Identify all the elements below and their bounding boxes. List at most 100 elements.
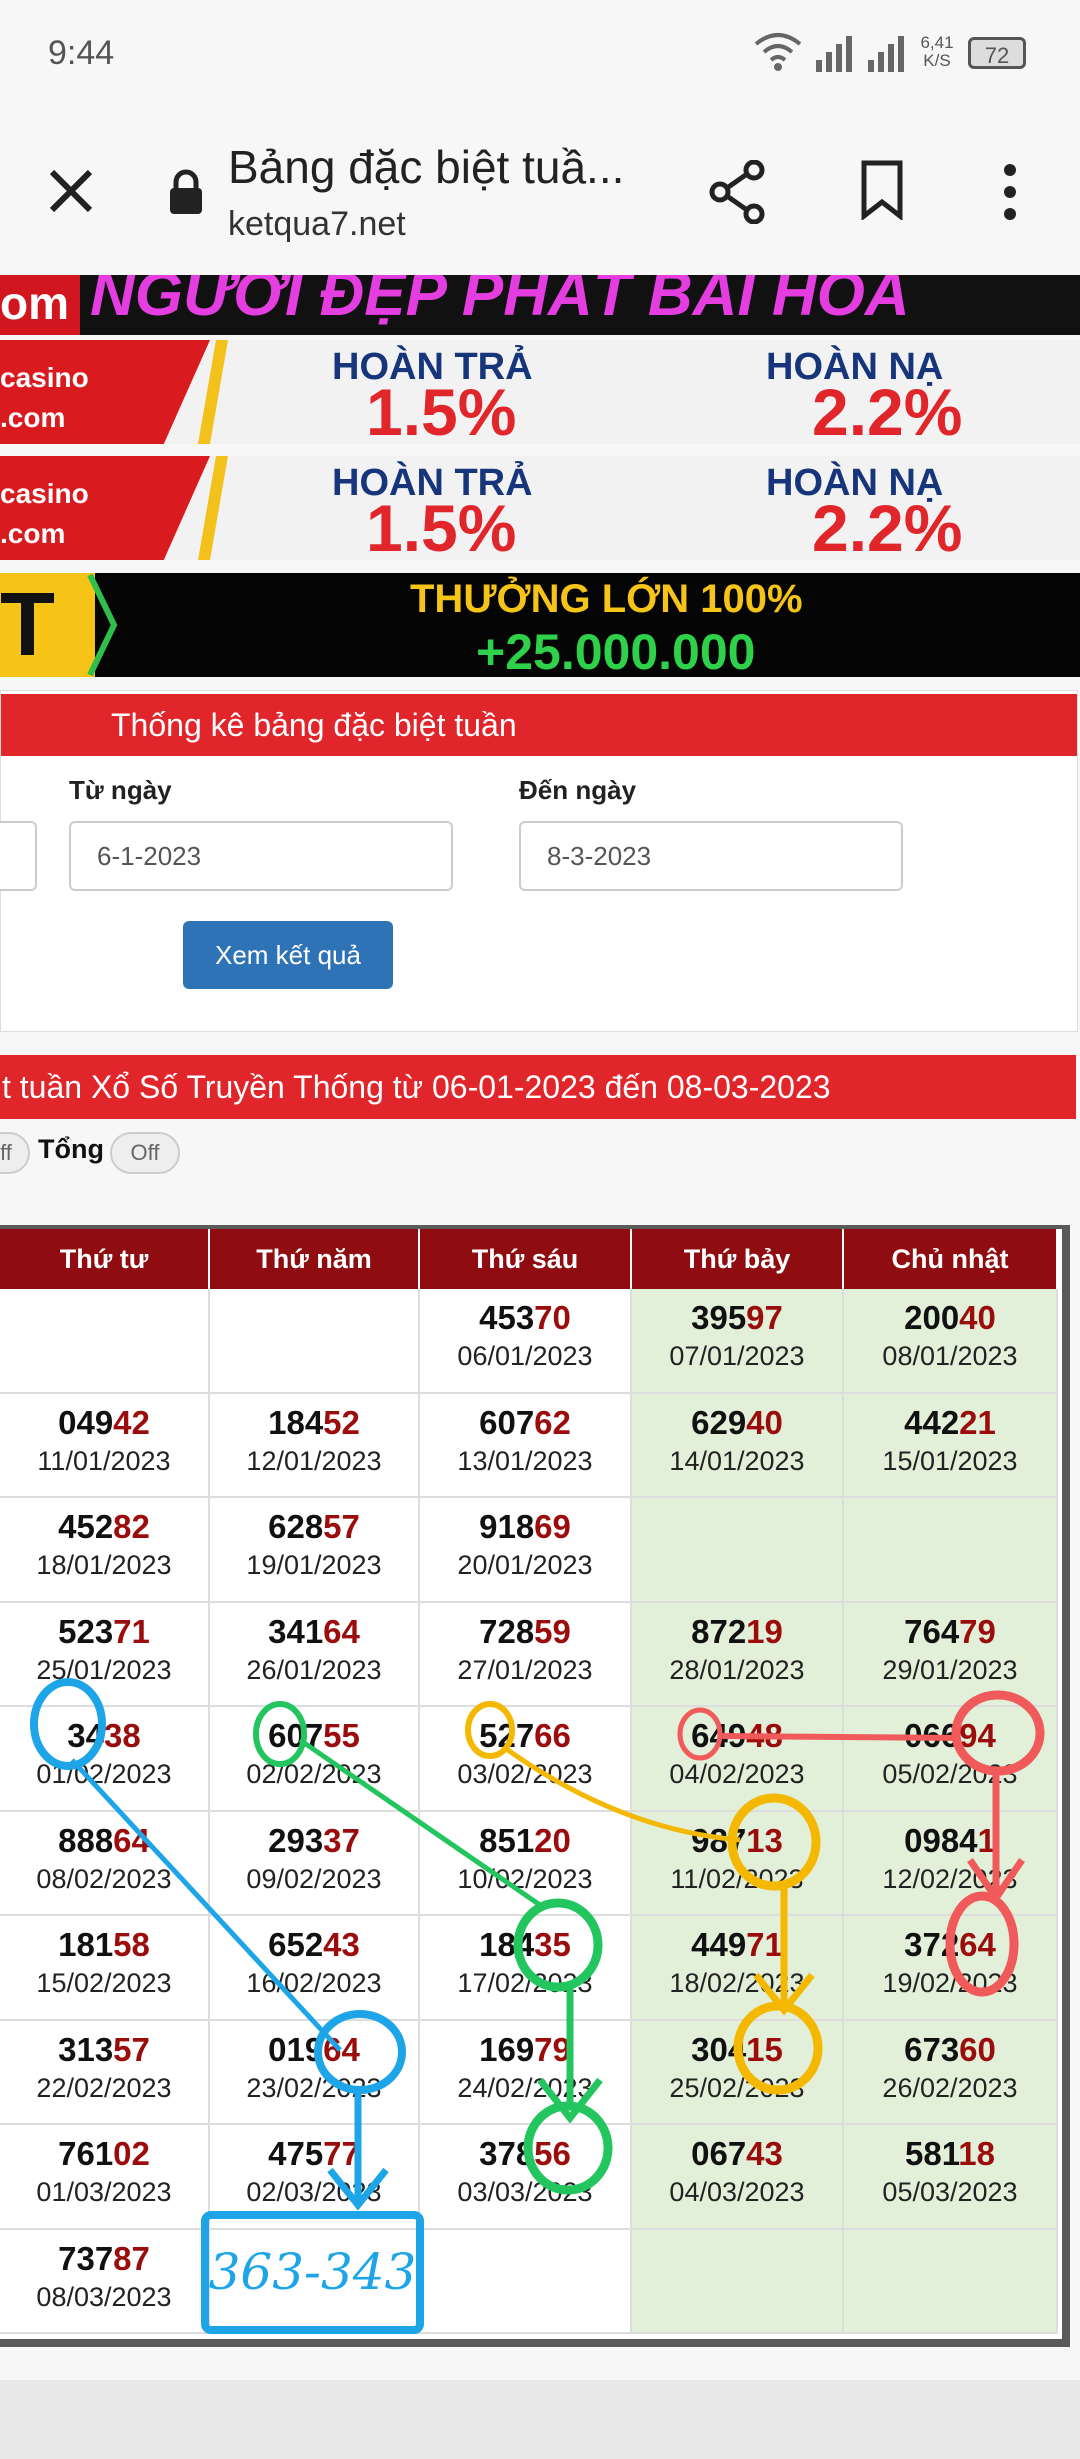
result-date: 22/02/2023: [36, 2072, 172, 2103]
result-number: 73787: [0, 2240, 208, 2278]
result-number-head: 181: [58, 1926, 114, 1963]
result-number: 37856: [420, 2135, 630, 2173]
hidden-left-input[interactable]: [0, 821, 37, 891]
result-number: 76102: [0, 2135, 208, 2173]
result-cell: 3438 01/02/2023: [0, 1707, 210, 1812]
result-number-head: 737: [58, 2239, 114, 2277]
result-cell: 64948 04/02/2023: [632, 1707, 844, 1812]
result-number-tail: 64: [323, 2030, 360, 2068]
result-number-tail: 52: [323, 1403, 360, 1441]
network-speed: 6,41: [920, 33, 954, 52]
result-number-tail: 97: [746, 1299, 783, 1336]
result-number-head: 581: [905, 2135, 959, 2172]
result-number-tail: 71: [746, 1926, 783, 1963]
result-cell: 62857 19/01/2023: [210, 1498, 420, 1603]
ad-banner-4-line2: +25.000.000: [476, 624, 756, 677]
result-number-tail: 40: [959, 1299, 996, 1336]
more-vert-icon[interactable]: [1000, 162, 1020, 222]
result-number-tail: 20: [534, 1821, 571, 1859]
result-number-head: 652: [268, 1926, 324, 1963]
submit-button[interactable]: Xem kết quả: [183, 921, 393, 989]
toggle-1[interactable]: ff: [0, 1132, 30, 1174]
result-date: 01/03/2023: [36, 2177, 172, 2207]
filter-panel: Thống kê bảng đặc biệt tuần Từ ngày Đến …: [0, 690, 1078, 1032]
ad-banner-4[interactable]: T THƯỞNG LỚN 100% +25.000.000: [0, 573, 1080, 677]
result-number-tail: 94: [959, 1717, 996, 1754]
ad-banner-3[interactable]: casino .com HOÀN TRẢ 1.5% HOÀN NẠ 2.2%: [0, 456, 1080, 560]
result-number: 45370: [420, 1299, 630, 1337]
to-date-input[interactable]: 8-3-2023: [519, 821, 903, 891]
result-number: 01964: [210, 2031, 418, 2069]
result-number-head: 629: [691, 1403, 747, 1441]
page-title[interactable]: Bảng đặc biệt tuầ...: [228, 140, 624, 194]
network-speed-unit: K/S: [923, 51, 951, 70]
close-icon[interactable]: [46, 166, 96, 216]
result-number-head: 293: [268, 1821, 324, 1859]
result-date: 02/03/2023: [246, 2177, 382, 2207]
result-cell: 16979 24/02/2023: [420, 2020, 632, 2125]
result-date: 07/01/2023: [669, 1341, 805, 1371]
result-number: 06694: [844, 1717, 1056, 1755]
to-date-label: Đến ngày: [519, 775, 637, 805]
result-number-tail: 19: [746, 1612, 783, 1650]
result-date: 01/02/2023: [36, 1759, 172, 1789]
result-number-head: 378: [479, 2135, 535, 2172]
ad-banner-1[interactable]: om NGƯỜI ĐẸP PHÁT BÀI HOÀ: [0, 275, 1080, 335]
tong-toggle[interactable]: Off: [110, 1132, 180, 1174]
result-cell: 01964 23/02/2023: [210, 2020, 420, 2125]
result-date: 17/02/2023: [457, 1968, 593, 1998]
result-number-head: 987: [691, 1821, 747, 1859]
share-icon[interactable]: [708, 160, 768, 224]
from-date-input[interactable]: 6-1-2023: [69, 821, 453, 891]
result-date: 05/02/2023: [882, 1759, 1018, 1789]
result-cell: 37856 03/03/2023: [420, 2125, 632, 2230]
result-number-head: 0984: [904, 1821, 978, 1859]
result-date: 09/02/2023: [246, 1863, 382, 1894]
signal-icon: [816, 36, 852, 72]
result-number-head: 527: [479, 1717, 535, 1754]
ad-banner-2[interactable]: casino .com HOÀN TRẢ 1.5% HOÀN NẠ 2.2%: [0, 340, 1080, 444]
result-cell: 73787 08/03/2023: [0, 2229, 210, 2334]
results-header: t tuần Xổ Số Truyền Thống từ 06-01-2023 …: [0, 1055, 1076, 1119]
result-number: 34164: [210, 1613, 418, 1651]
result-cell: 58118 05/03/2023: [844, 2125, 1058, 2230]
result-number-head: 523: [58, 1612, 114, 1650]
result-cell: 45370 06/01/2023: [420, 1289, 632, 1394]
result-cell: 31357 22/02/2023: [0, 2020, 210, 2125]
result-number: 88864: [0, 1822, 208, 1860]
casino-logo: casino: [0, 362, 89, 393]
result-number: 16979: [420, 2031, 630, 2069]
lock-icon[interactable]: [168, 168, 204, 216]
result-number: 52371: [0, 1613, 208, 1651]
result-number: 44221: [844, 1404, 1056, 1442]
result-cell: [210, 1289, 420, 1394]
result-cell: 60762 13/01/2023: [420, 1393, 632, 1498]
result-date: 25/02/2023: [669, 2072, 805, 2103]
result-cell: 85120 10/02/2023: [420, 1811, 632, 1916]
result-number-head: 200: [904, 1299, 960, 1336]
result-date: 25/01/2023: [36, 1654, 172, 1685]
result-date: 14/01/2023: [669, 1445, 805, 1476]
result-number-head: 728: [479, 1612, 535, 1650]
result-date: 10/02/2023: [457, 1863, 593, 1894]
result-number-head: 066: [904, 1717, 960, 1754]
result-number: 37264: [844, 1926, 1056, 1964]
result-number: 60755: [210, 1717, 418, 1755]
result-number-head: 34: [67, 1717, 104, 1754]
result-number: 45282: [0, 1508, 208, 1546]
battery-icon: 72: [968, 37, 1026, 69]
result-number-head: 067: [691, 2135, 747, 2172]
result-date: 06/01/2023: [457, 1341, 593, 1371]
result-number-tail: 21: [959, 1403, 996, 1441]
result-cell: [844, 1498, 1058, 1603]
result-number-tail: 02: [113, 2135, 150, 2172]
result-cell: 04942 11/01/2023: [0, 1393, 210, 1498]
bookmark-icon[interactable]: [860, 160, 904, 220]
result-date: 28/01/2023: [669, 1654, 805, 1685]
page-url[interactable]: ketqua7.net: [228, 205, 406, 244]
result-number-tail: 13: [746, 1821, 783, 1859]
wifi-icon: [754, 33, 802, 71]
ad-banner-1-logo: om: [0, 275, 80, 335]
result-cell: 44971 18/02/2023: [632, 1916, 844, 2021]
result-number: 30415: [632, 2031, 842, 2069]
